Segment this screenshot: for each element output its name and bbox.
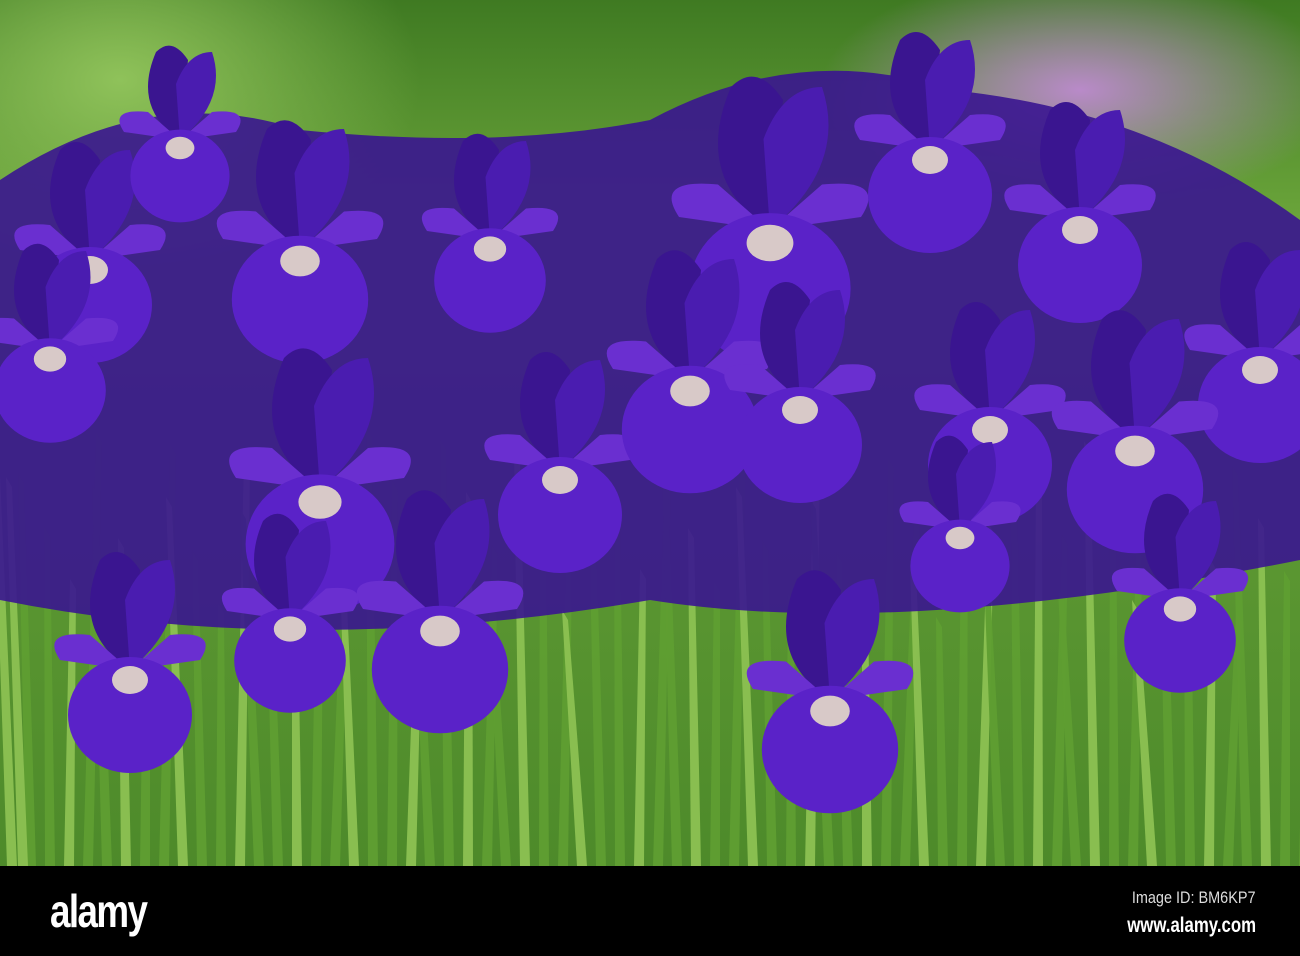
leaf: [634, 569, 646, 866]
leaf: [1258, 518, 1271, 866]
iris-signal: [473, 236, 507, 262]
iris-signal: [1062, 216, 1098, 244]
iris-signal: [165, 136, 195, 160]
iris-signal: [782, 396, 818, 424]
alamy-logo: alamy: [50, 885, 148, 937]
iris-signal: [420, 615, 460, 647]
iris-signal: [1163, 596, 1197, 622]
leaf: [216, 603, 226, 866]
leaf: [1280, 571, 1290, 866]
iris-signal: [1115, 435, 1155, 467]
iris-signal: [298, 485, 342, 519]
iris-signal: [273, 616, 307, 642]
iris-signal: [1242, 356, 1278, 384]
site-url: www.alamy.com: [1127, 914, 1256, 937]
iris-signal: [972, 416, 1008, 444]
iris-signal: [33, 346, 67, 372]
iris-signal: [670, 375, 710, 407]
iris-signal: [945, 526, 975, 550]
iris-signal: [542, 466, 578, 494]
leaf: [936, 617, 948, 866]
iris-signal: [810, 695, 850, 727]
iris-signal: [280, 245, 320, 277]
iris-signal: [912, 146, 948, 174]
watermark-footer: alamy Image ID: BM6KP7 www.alamy.com: [0, 866, 1300, 956]
leaf: [710, 581, 720, 866]
iris-signal: [746, 224, 794, 262]
iris-flowers-scene: [0, 32, 1300, 866]
iris-photo: [0, 0, 1300, 866]
iris-signal: [112, 666, 148, 694]
image-id: Image ID: BM6KP7: [1132, 888, 1256, 907]
